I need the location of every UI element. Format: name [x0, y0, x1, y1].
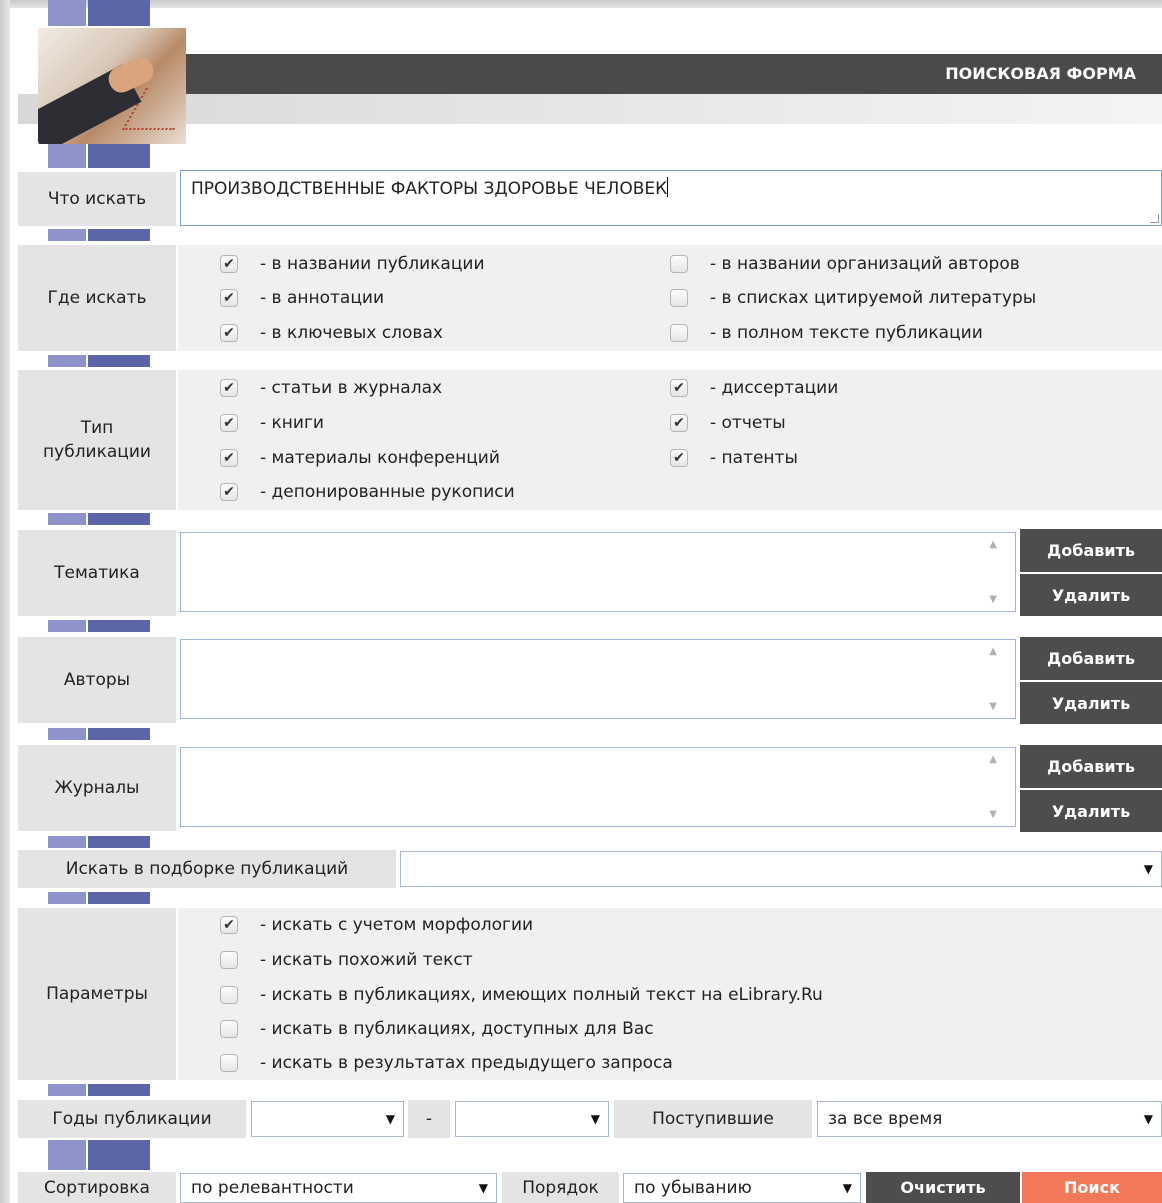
header-subbar: [18, 94, 1162, 124]
pubtype-option-patents[interactable]: - патенты: [670, 445, 798, 471]
where-label: Где искать: [18, 245, 176, 351]
dropdown-arrow-icon: ▼: [385, 1112, 395, 1126]
checkbox-checked-icon[interactable]: [220, 289, 238, 307]
sort-label: Сортировка: [18, 1172, 176, 1203]
param-option-previous-results[interactable]: - искать в результатах предыдущего запро…: [220, 1050, 673, 1076]
checkbox-checked-icon[interactable]: [220, 449, 238, 467]
pubtype-label: Тип публикации: [18, 370, 176, 510]
window-frame-left: [0, 0, 10, 1203]
received-label: Поступившие: [614, 1100, 812, 1138]
checkbox-icon[interactable]: [220, 1054, 238, 1072]
pubtype-option-dissertations[interactable]: - диссертации: [670, 375, 838, 401]
checkbox-checked-icon[interactable]: [670, 449, 688, 467]
where-option-keywords[interactable]: - в ключевых словах: [220, 320, 443, 346]
authors-add-button[interactable]: Добавить: [1020, 637, 1162, 680]
authors-listbox[interactable]: ▲ ▼: [180, 639, 1016, 719]
collection-select[interactable]: ▼: [400, 851, 1162, 887]
param-option-available[interactable]: - искать в публикациях, доступных для Ва…: [220, 1016, 654, 1042]
scroll-up-icon[interactable]: ▲: [989, 754, 997, 765]
collection-label: Искать в подборке публикаций: [18, 850, 396, 888]
separator-bar: [48, 836, 150, 848]
where-option-fulltext[interactable]: - в полном тексте публикации: [670, 320, 983, 346]
topic-listbox[interactable]: ▲ ▼: [180, 532, 1016, 612]
checkbox-checked-icon[interactable]: [220, 379, 238, 397]
years-label: Годы публикации: [18, 1100, 246, 1138]
checkbox-icon[interactable]: [220, 1020, 238, 1038]
checkbox-checked-icon[interactable]: [670, 414, 688, 432]
separator-bar: [48, 513, 150, 525]
checkbox-checked-icon[interactable]: [220, 916, 238, 934]
pubtype-option-books[interactable]: - книги: [220, 410, 324, 436]
pubtype-option-deposited[interactable]: - депонированные рукописи: [220, 479, 515, 505]
dropdown-arrow-icon: ▼: [1143, 862, 1153, 876]
checkbox-icon[interactable]: [670, 255, 688, 273]
param-option-fulltext-elibrary[interactable]: - искать в публикациях, имеющих полный т…: [220, 982, 823, 1008]
separator-bar: [48, 355, 150, 367]
search-query-text: ПРОИЗВОДСТВЕННЫЕ ФАКТОРЫ ЗДОРОВЬЕ ЧЕЛОВЕ…: [191, 177, 669, 199]
clear-button[interactable]: Очистить: [866, 1172, 1020, 1203]
window-frame-top: [0, 0, 1162, 8]
checkbox-icon[interactable]: [220, 986, 238, 1004]
scroll-down-icon[interactable]: ▼: [989, 809, 997, 820]
where-option-organizations[interactable]: - в названии организаций авторов: [670, 251, 1020, 277]
received-select[interactable]: за все время ▼: [817, 1101, 1162, 1137]
checkbox-checked-icon[interactable]: [220, 324, 238, 342]
scroll-up-icon[interactable]: ▲: [989, 646, 997, 657]
sort-select[interactable]: по релевантности ▼: [180, 1173, 497, 1203]
checkbox-checked-icon[interactable]: [220, 483, 238, 501]
params-label: Параметры: [18, 908, 176, 1080]
pubtype-option-conferences[interactable]: - материалы конференций: [220, 445, 500, 471]
topic-add-button[interactable]: Добавить: [1020, 529, 1162, 572]
param-option-similar-text[interactable]: - искать похожий текст: [220, 947, 473, 973]
page-title: ПОИСКОВАЯ ФОРМА: [945, 64, 1136, 83]
checkbox-checked-icon[interactable]: [670, 379, 688, 397]
separator-bar: [48, 229, 150, 241]
separator-bar: [48, 144, 150, 168]
dropdown-arrow-icon: ▼: [842, 1181, 852, 1195]
separator-bar: [48, 1140, 150, 1170]
year-to-select[interactable]: ▼: [455, 1101, 609, 1137]
years-dash: -: [408, 1100, 450, 1138]
topic-label: Тематика: [18, 530, 176, 616]
where-option-references[interactable]: - в списках цитируемой литературы: [670, 285, 1036, 311]
checkbox-icon[interactable]: [670, 324, 688, 342]
pubtype-option-reports[interactable]: - отчеты: [670, 410, 786, 436]
checkbox-icon[interactable]: [220, 951, 238, 969]
year-from-select[interactable]: ▼: [251, 1101, 404, 1137]
checkbox-checked-icon[interactable]: [220, 414, 238, 432]
journals-listbox[interactable]: ▲ ▼: [180, 747, 1016, 827]
search-query-input[interactable]: ПРОИЗВОДСТВЕННЫЕ ФАКТОРЫ ЗДОРОВЬЕ ЧЕЛОВЕ…: [180, 170, 1162, 226]
where-option-abstract[interactable]: - в аннотации: [220, 285, 384, 311]
pubtype-option-articles[interactable]: - статьи в журналах: [220, 375, 442, 401]
order-select[interactable]: по убыванию ▼: [623, 1173, 861, 1203]
dropdown-arrow-icon: ▼: [478, 1181, 488, 1195]
where-option-title[interactable]: - в названии публикации: [220, 251, 485, 277]
header-bar: ПОИСКОВАЯ ФОРМА: [186, 54, 1162, 94]
topic-remove-button[interactable]: Удалить: [1020, 574, 1162, 616]
resize-handle-icon[interactable]: [1150, 214, 1159, 223]
authors-label: Авторы: [18, 637, 176, 723]
separator-bar: [48, 892, 150, 904]
dropdown-arrow-icon: ▼: [590, 1112, 600, 1126]
header-photo: [38, 28, 186, 144]
scroll-up-icon[interactable]: ▲: [989, 539, 997, 550]
authors-remove-button[interactable]: Удалить: [1020, 682, 1162, 724]
journals-label: Журналы: [18, 745, 176, 831]
journals-remove-button[interactable]: Удалить: [1020, 790, 1162, 832]
separator-bar: [48, 1084, 150, 1096]
checkbox-checked-icon[interactable]: [220, 255, 238, 273]
order-label: Порядок: [502, 1172, 619, 1203]
scroll-down-icon[interactable]: ▼: [989, 594, 997, 605]
dropdown-arrow-icon: ▼: [1143, 1112, 1153, 1126]
param-option-morphology[interactable]: - искать с учетом морфологии: [220, 912, 533, 938]
query-label: Что искать: [18, 172, 176, 226]
separator-bar: [48, 620, 150, 632]
scroll-down-icon[interactable]: ▼: [989, 701, 997, 712]
search-button[interactable]: Поиск: [1022, 1172, 1162, 1203]
separator-bar: [48, 0, 150, 26]
journals-add-button[interactable]: Добавить: [1020, 745, 1162, 788]
checkbox-icon[interactable]: [670, 289, 688, 307]
separator-bar: [48, 728, 150, 740]
